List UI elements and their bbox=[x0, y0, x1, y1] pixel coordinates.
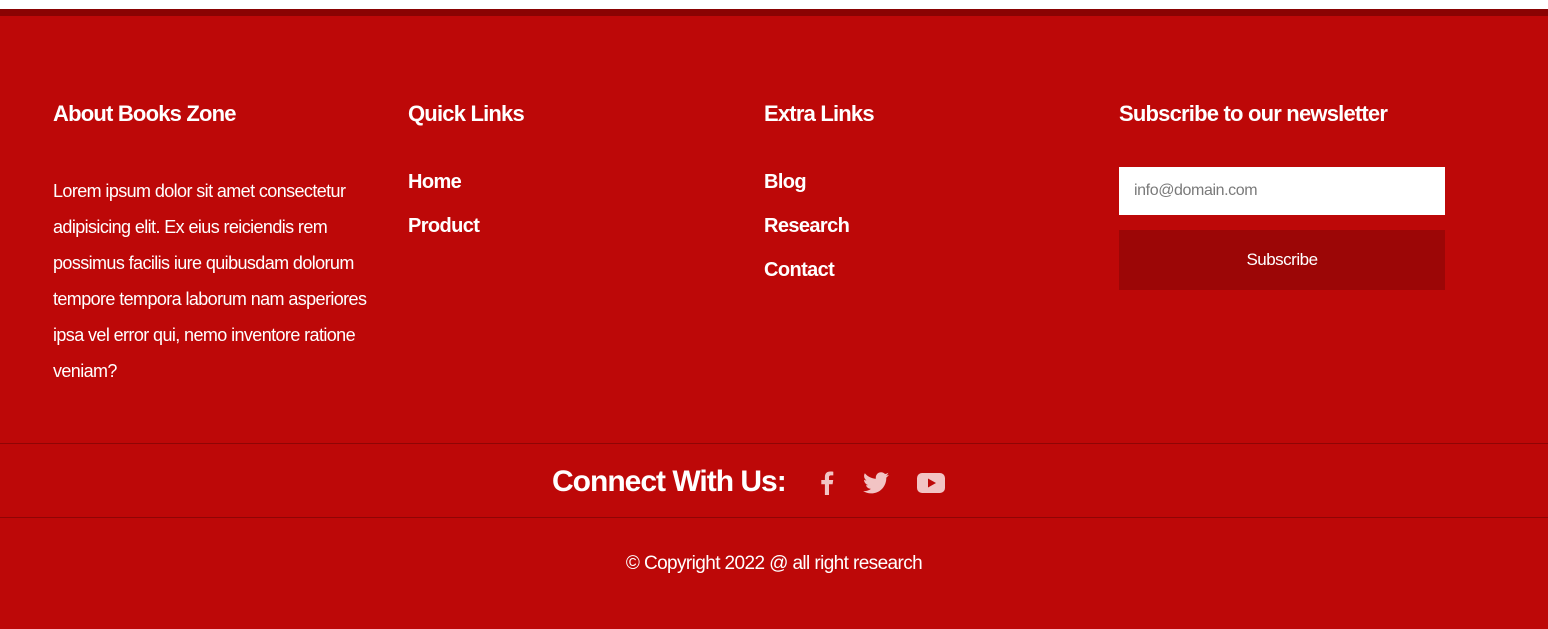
quick-link-product[interactable]: Product bbox=[408, 215, 480, 237]
extra-link-item: Research bbox=[764, 211, 850, 255]
extra-link-research[interactable]: Research bbox=[764, 215, 850, 237]
extra-link-item: Contact bbox=[764, 255, 849, 299]
footer-extra-links-column: Extra Links Blog Research Contact bbox=[764, 99, 1064, 281]
about-description: Lorem ipsum dolor sit amet consectetur a… bbox=[53, 181, 367, 381]
extra-links-list: Blog Research Contact bbox=[764, 167, 850, 299]
newsletter-email-input[interactable] bbox=[1119, 167, 1445, 215]
facebook-icon[interactable] bbox=[812, 468, 842, 498]
quick-link-item: Product bbox=[408, 211, 480, 255]
site-footer: About Books Zone Lorem ipsum dolor sit a… bbox=[0, 9, 1548, 629]
extra-link-contact[interactable]: Contact bbox=[764, 259, 835, 281]
facebook-icon-glyph bbox=[821, 471, 834, 495]
newsletter-heading: Subscribe to our newsletter bbox=[1119, 101, 1388, 126]
quick-link-home[interactable]: Home bbox=[408, 171, 462, 193]
footer-newsletter-column: Subscribe to our newsletter Subscribe bbox=[1119, 99, 1449, 290]
footer-about-column: About Books Zone Lorem ipsum dolor sit a… bbox=[53, 99, 373, 381]
about-heading: About Books Zone bbox=[53, 101, 237, 126]
connect-bar: Connect With Us: bbox=[0, 443, 1548, 518]
page-top-strip bbox=[0, 0, 1548, 9]
extra-link-blog[interactable]: Blog bbox=[764, 171, 807, 193]
quick-links-list: Home Product bbox=[408, 167, 480, 255]
footer-quick-links-column: Quick Links Home Product bbox=[408, 99, 708, 237]
copyright-text: © Copyright 2022 @ all right research bbox=[625, 553, 923, 574]
quick-links-heading: Quick Links bbox=[408, 101, 525, 126]
subscribe-button[interactable]: Subscribe bbox=[1119, 230, 1445, 290]
youtube-icon[interactable] bbox=[916, 468, 946, 498]
connect-title: Connect With Us: bbox=[552, 465, 787, 498]
footer-top-border bbox=[0, 9, 1548, 16]
twitter-icon[interactable] bbox=[861, 468, 891, 498]
extra-link-item: Blog bbox=[764, 167, 849, 211]
quick-link-item: Home bbox=[408, 167, 479, 211]
twitter-icon-glyph bbox=[863, 472, 889, 494]
extra-links-heading: Extra Links bbox=[764, 101, 875, 126]
youtube-icon-glyph bbox=[917, 473, 945, 493]
